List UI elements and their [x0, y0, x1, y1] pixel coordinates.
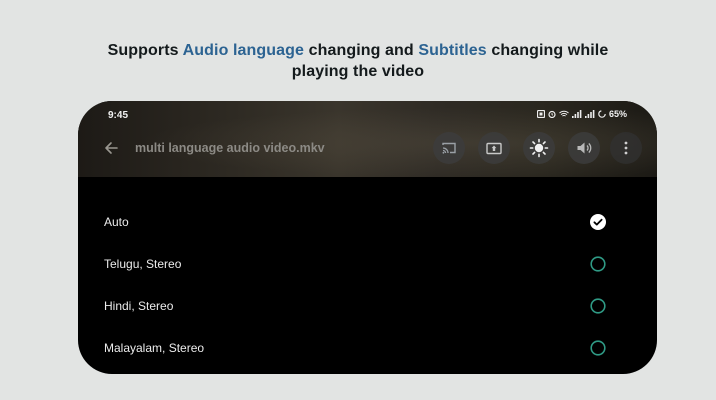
more-options-button[interactable]: [610, 132, 642, 164]
audio-track-hindi[interactable]: Hindi, Stereo: [78, 285, 657, 327]
brightness-icon: [529, 138, 549, 158]
sim-icon: [536, 110, 545, 118]
headline-text-1: Supports: [107, 42, 183, 59]
audio-track-malayalam[interactable]: Malayalam, Stereo: [78, 327, 657, 369]
radio-unselected-icon[interactable]: [590, 298, 606, 314]
wifi-icon: [559, 110, 569, 117]
headline-audio-language: Audio language: [182, 42, 305, 59]
track-label: Hindi, Stereo: [104, 299, 174, 313]
headline-line-1: Supports Audio language changing and Sub…: [0, 40, 716, 61]
audio-track-auto[interactable]: Auto: [78, 201, 657, 243]
track-label: Auto: [104, 215, 129, 229]
status-time: 9:45: [108, 110, 129, 121]
cast-button[interactable]: [433, 132, 465, 164]
more-options-icon: [624, 141, 628, 155]
cast-icon: [442, 142, 456, 154]
video-title: multi language audio video.mkv: [135, 141, 325, 155]
track-label: Telugu, Stereo: [104, 257, 182, 271]
battery-percent: 65%: [608, 109, 627, 119]
promo-headline: Supports Audio language changing and Sub…: [0, 40, 716, 82]
screen-mode-icon: [486, 142, 502, 154]
volume-button[interactable]: [568, 132, 600, 164]
audio-track-telugu[interactable]: Telugu, Stereo: [78, 243, 657, 285]
check-icon[interactable]: [590, 214, 606, 230]
headline-line-2: playing the video: [291, 63, 425, 80]
signal-icon: [584, 110, 595, 118]
track-label: Malayalam, Stereo: [104, 341, 205, 355]
alarm-icon: [548, 110, 556, 118]
brightness-button[interactable]: [523, 132, 555, 164]
phone-screen: 9:45 65% multi language audio video.mkv …: [78, 101, 657, 374]
status-icons: 65%: [536, 109, 627, 119]
radio-unselected-icon[interactable]: [590, 256, 606, 272]
headline-text-2: changing and: [304, 42, 419, 59]
battery-icon: [598, 110, 606, 118]
headline-text-3: changing while: [486, 42, 609, 59]
signal-icon: [571, 110, 582, 118]
headline-subtitles: Subtitles: [418, 42, 487, 59]
screen-mode-button[interactable]: [478, 132, 510, 164]
radio-unselected-icon[interactable]: [590, 340, 606, 356]
volume-icon: [577, 142, 592, 154]
back-arrow-icon[interactable]: [102, 139, 120, 157]
